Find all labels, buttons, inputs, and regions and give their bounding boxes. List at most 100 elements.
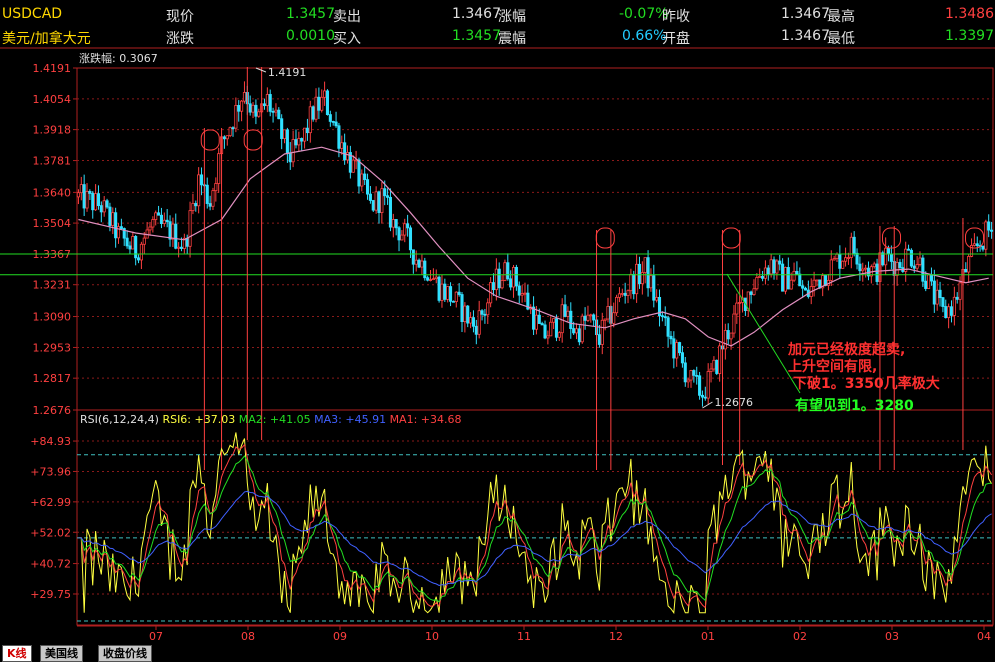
candle [94, 193, 98, 211]
candle [927, 274, 931, 289]
candle [108, 206, 112, 226]
candle [675, 342, 679, 359]
candle [111, 212, 115, 226]
tab-close-line[interactable]: 收盘价线 [98, 645, 152, 662]
candle [629, 273, 633, 292]
candle [597, 334, 601, 345]
candle [700, 394, 705, 398]
candle [686, 379, 690, 383]
candle [408, 227, 413, 251]
candle [337, 125, 341, 149]
candle [114, 212, 118, 239]
candle [981, 245, 985, 250]
candle [134, 236, 138, 259]
candle [990, 229, 994, 232]
candle [191, 203, 195, 212]
candle [703, 396, 707, 399]
candle [308, 106, 312, 134]
candle [921, 257, 925, 282]
candle [188, 210, 192, 247]
candle [471, 317, 476, 327]
candle [949, 306, 954, 316]
candle [343, 142, 347, 161]
x-tick-label: 07 [149, 630, 163, 643]
candle [855, 252, 859, 265]
candle [918, 257, 922, 265]
candle [231, 127, 235, 130]
candle [798, 273, 802, 287]
candle [406, 223, 410, 229]
candle [509, 278, 513, 288]
candle [128, 245, 132, 250]
candle [328, 114, 332, 122]
candle [683, 362, 687, 383]
candle [285, 129, 289, 154]
candle [520, 293, 524, 296]
candle [268, 94, 272, 112]
low-label: 1.2676 [714, 396, 753, 409]
candle [363, 173, 367, 181]
candle [314, 96, 318, 120]
candle [199, 174, 204, 186]
candle [431, 278, 435, 281]
tab-kline[interactable]: K线 [2, 645, 32, 662]
candle [755, 277, 759, 290]
candle [139, 243, 143, 261]
candle [79, 184, 83, 194]
candle [763, 267, 767, 279]
candle [944, 306, 948, 319]
candle [305, 127, 309, 134]
candle [251, 104, 255, 113]
candle [958, 282, 962, 300]
candle [237, 105, 241, 112]
candle [480, 310, 484, 315]
candle [331, 121, 335, 123]
candle [606, 306, 610, 320]
candle [411, 249, 415, 265]
candle [426, 277, 430, 281]
tab-us-line[interactable]: 美国线 [40, 645, 83, 662]
candle [463, 305, 467, 323]
candle [938, 289, 942, 299]
candle [477, 310, 481, 335]
candle [783, 267, 788, 292]
candle [812, 279, 816, 287]
rsi-tick-label: +40.72 [30, 558, 71, 571]
candle [932, 280, 936, 305]
candle [846, 257, 850, 259]
candle [952, 296, 956, 316]
price-chart[interactable]: 1.41911.40541.39181.37811.36401.35041.33… [0, 0, 995, 661]
candle [291, 139, 295, 163]
candle [428, 279, 433, 281]
candle [417, 259, 421, 268]
high-marker [255, 67, 267, 73]
candle [586, 314, 590, 321]
candle [929, 274, 934, 282]
candle [280, 118, 284, 139]
candle [262, 103, 267, 107]
candle [838, 253, 842, 269]
candle [580, 315, 584, 343]
x-tick-label: 04 [977, 630, 991, 643]
candle [96, 193, 101, 207]
candle [803, 287, 808, 291]
high-label: 1.4191 [268, 66, 307, 79]
candle [640, 272, 644, 285]
candle [778, 260, 782, 265]
candle [712, 359, 716, 370]
candle [254, 104, 258, 117]
candle [984, 221, 988, 250]
candle [440, 283, 444, 301]
candle [795, 270, 799, 275]
candle [967, 256, 971, 273]
candle [397, 227, 401, 241]
candle [649, 275, 653, 289]
candle [815, 279, 819, 282]
rsi-tick-label: +73.96 [30, 465, 71, 478]
candle [646, 257, 650, 289]
candle [88, 191, 92, 194]
candle [174, 223, 178, 249]
candle [297, 138, 301, 146]
candle [334, 121, 338, 127]
candle [222, 136, 226, 140]
